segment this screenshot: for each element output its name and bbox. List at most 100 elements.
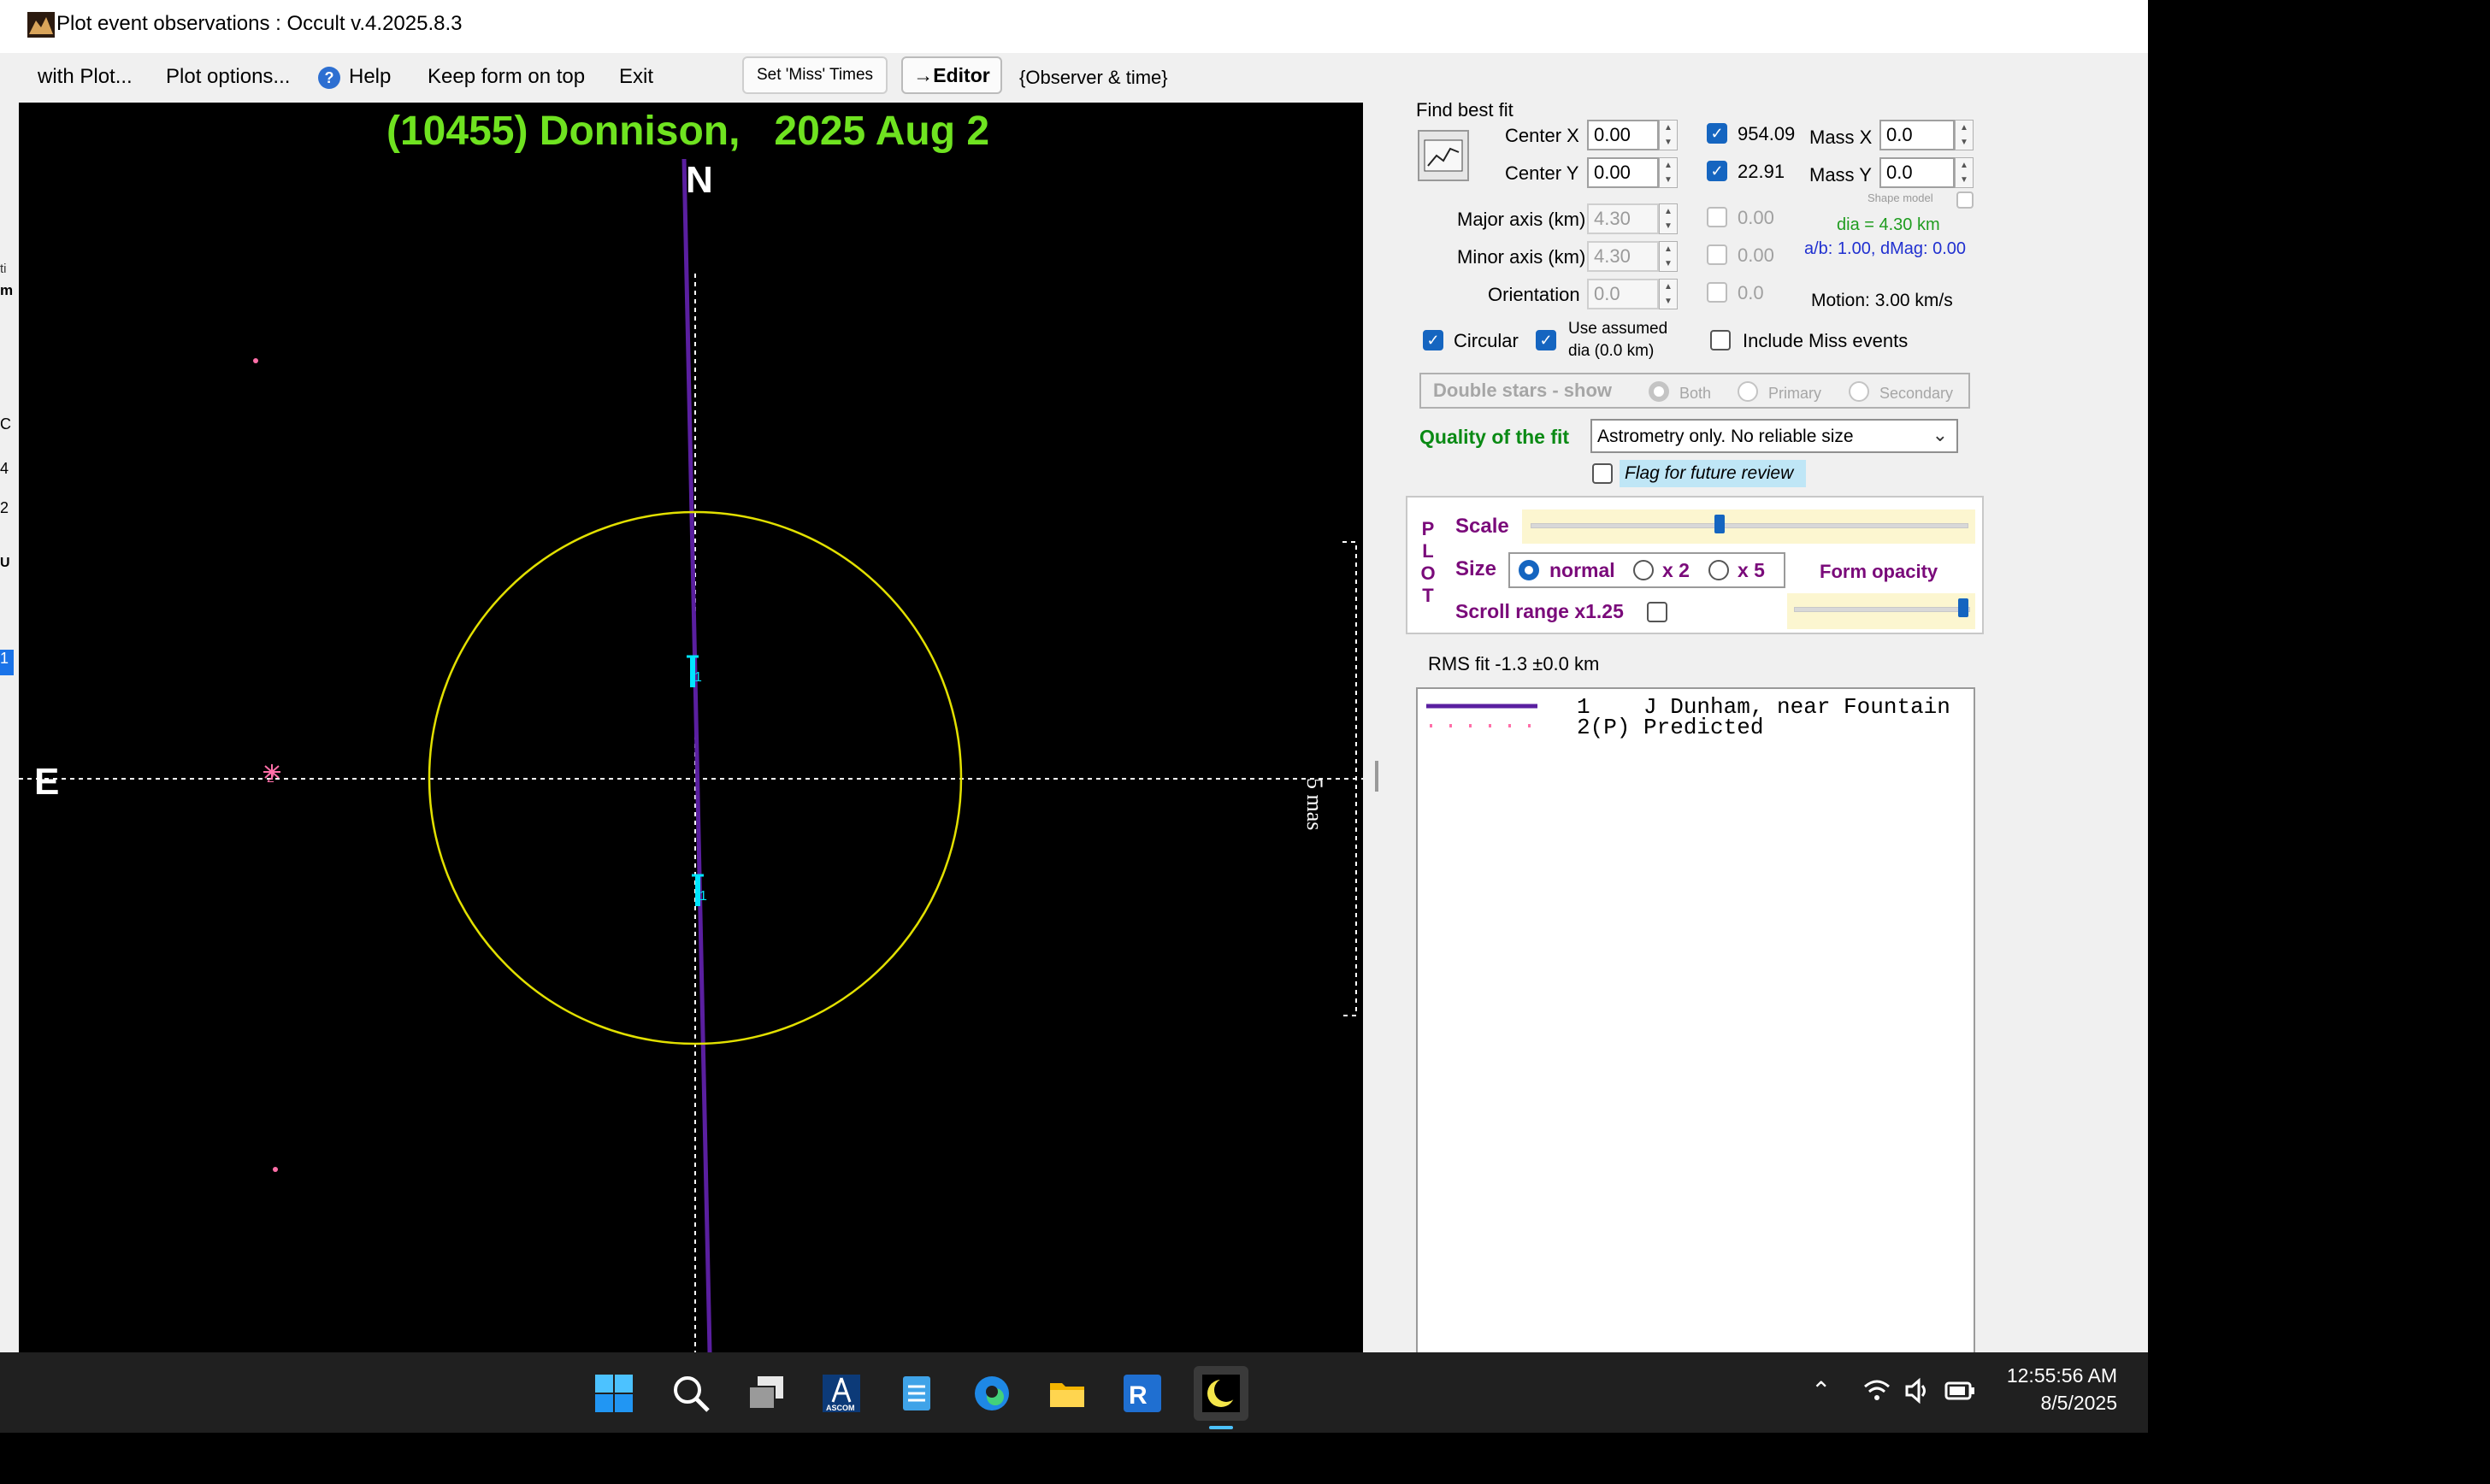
task-view-icon[interactable] bbox=[742, 1369, 790, 1417]
center-y-spinner[interactable]: ▲ ▼ bbox=[1659, 157, 1678, 188]
ascom-icon[interactable]: ASCOM bbox=[817, 1369, 865, 1417]
editor-button[interactable]: →Editor bbox=[901, 56, 1002, 94]
motion-text: Motion: 3.00 km/s bbox=[1811, 291, 1953, 310]
circular-checkbox[interactable]: ✓ bbox=[1423, 330, 1443, 350]
double-stars-label: Double stars - show bbox=[1433, 380, 1613, 401]
occult-icon[interactable] bbox=[1194, 1366, 1248, 1429]
set-miss-times-button[interactable]: Set 'Miss' Times bbox=[742, 56, 888, 94]
quality-value: Astrometry only. No reliable size bbox=[1597, 427, 1854, 446]
minor-axis-spinner[interactable]: ▲ ▼ bbox=[1659, 241, 1678, 272]
strip-char: 2 bbox=[0, 499, 9, 516]
opacity-slider[interactable] bbox=[1787, 593, 1975, 629]
menu-exit[interactable]: Exit bbox=[616, 60, 657, 94]
quality-select[interactable]: Astrometry only. No reliable size ⌄ bbox=[1590, 419, 1958, 453]
volume-icon[interactable] bbox=[1903, 1376, 1932, 1405]
include-miss-checkbox[interactable] bbox=[1710, 330, 1731, 350]
mass-x-spinner[interactable]: ▲ ▼ bbox=[1955, 120, 1974, 150]
size-x2-label: x 2 bbox=[1662, 559, 1690, 581]
minor-axis-input[interactable]: 4.30 bbox=[1587, 241, 1659, 272]
strip-char: m bbox=[0, 282, 14, 298]
mass-x-input[interactable]: 0.0 bbox=[1879, 120, 1955, 150]
clock-time[interactable]: 12:55:56 AM bbox=[1967, 1364, 2117, 1387]
chevron-down-icon: ⌄ bbox=[1932, 424, 1948, 445]
flag-review-label: Flag for future review bbox=[1620, 460, 1806, 487]
use-assumed-label: Use assumed bbox=[1568, 320, 1668, 338]
scale-slider-thumb[interactable] bbox=[1714, 515, 1725, 533]
occult-reader-icon[interactable]: R bbox=[1118, 1369, 1166, 1417]
center-x-checkbox[interactable]: ✓ bbox=[1707, 123, 1727, 144]
svg-text:R: R bbox=[1129, 1381, 1148, 1410]
menu-help[interactable]: Help bbox=[345, 60, 394, 94]
size-normal-radio[interactable] bbox=[1519, 560, 1539, 580]
splitter-grip[interactable] bbox=[1375, 761, 1378, 792]
center-y-checkbox[interactable]: ✓ bbox=[1707, 161, 1727, 181]
center-y-label: Center Y bbox=[1505, 162, 1579, 184]
taskbar: ASCOM R ⌃ 12:55:56 AM 8/5/2025 bbox=[0, 1352, 2148, 1433]
flag-review-checkbox[interactable] bbox=[1592, 463, 1613, 484]
minor-axis-label: Minor axis (km) bbox=[1457, 246, 1586, 268]
major-axis-input[interactable]: 4.30 bbox=[1587, 203, 1659, 234]
plot-canvas[interactable]: (10455) Donnison, 2025 Aug 2 N E 5 mas 1… bbox=[19, 103, 1363, 1352]
strip-char: U bbox=[0, 556, 10, 570]
observer-time-menu[interactable]: {Observer & time} bbox=[1016, 62, 1171, 94]
menu-with-plot[interactable]: with Plot... bbox=[34, 60, 136, 94]
double-primary-radio[interactable] bbox=[1738, 381, 1758, 402]
chord-label: 1 bbox=[699, 889, 707, 904]
major-axis-spinner[interactable]: ▲ ▼ bbox=[1659, 203, 1678, 234]
circular-label: Circular bbox=[1454, 330, 1519, 351]
size-x2-radio[interactable] bbox=[1633, 560, 1654, 580]
opacity-slider-thumb[interactable] bbox=[1958, 598, 1969, 617]
legend-swatches bbox=[1426, 704, 1537, 727]
active-indicator bbox=[1209, 1426, 1233, 1429]
double-both-label: Both bbox=[1679, 385, 1712, 402]
mass-y-input[interactable]: 0.0 bbox=[1879, 157, 1955, 188]
major-axis-checkbox[interactable] bbox=[1707, 207, 1727, 227]
strip-char: ti bbox=[0, 262, 7, 276]
clock-date[interactable]: 8/5/2025 bbox=[1967, 1392, 2117, 1415]
diameter-text: dia = 4.30 km bbox=[1837, 215, 1940, 234]
menu-plot-options[interactable]: Plot options... bbox=[162, 60, 293, 94]
chevron-up-icon[interactable]: ⌃ bbox=[1811, 1376, 1831, 1404]
scale-slider[interactable] bbox=[1522, 509, 1975, 544]
double-both-radio[interactable] bbox=[1649, 381, 1669, 402]
scroll-range-checkbox[interactable] bbox=[1647, 602, 1667, 622]
app-icon bbox=[27, 12, 55, 38]
x-fit-value: 954.09 bbox=[1738, 123, 1796, 144]
orientation-label: Orientation bbox=[1488, 284, 1580, 305]
double-secondary-label: Secondary bbox=[1879, 385, 1954, 402]
file-explorer-icon[interactable] bbox=[1043, 1369, 1091, 1417]
north-label: N bbox=[686, 159, 713, 201]
center-y-input[interactable]: 0.00 bbox=[1587, 157, 1659, 188]
notepad-icon[interactable] bbox=[893, 1369, 941, 1417]
minor-axis-fit-value: 0.00 bbox=[1738, 244, 1774, 266]
windows-start-icon[interactable] bbox=[590, 1369, 638, 1417]
observer-chord bbox=[682, 158, 712, 1352]
east-label: E bbox=[34, 761, 60, 803]
best-fit-button[interactable] bbox=[1418, 130, 1469, 181]
center-x-input[interactable]: 0.00 bbox=[1587, 120, 1659, 150]
menu-keep-on-top[interactable]: Keep form on top bbox=[424, 60, 588, 94]
plot-controls-group: P L O T Scale Size normal x 2 x 5 Form o… bbox=[1406, 496, 1984, 634]
use-assumed-checkbox[interactable]: ✓ bbox=[1536, 330, 1556, 350]
wifi-icon[interactable] bbox=[1862, 1376, 1891, 1405]
predicted-label: 2 bbox=[267, 771, 274, 786]
app-window: Plot event observations : Occult v.4.202… bbox=[0, 0, 2148, 1352]
shape-model-checkbox[interactable] bbox=[1956, 191, 1974, 209]
strip-char: 4 bbox=[0, 460, 9, 477]
shape-model-label: Shape model bbox=[1868, 191, 1933, 204]
orientation-spinner[interactable]: ▲ ▼ bbox=[1659, 279, 1678, 309]
size-x5-radio[interactable] bbox=[1708, 560, 1729, 580]
orientation-checkbox[interactable] bbox=[1707, 282, 1727, 303]
orientation-input[interactable]: 0.0 bbox=[1587, 279, 1659, 309]
edge-icon[interactable] bbox=[968, 1369, 1016, 1417]
double-secondary-radio[interactable] bbox=[1849, 381, 1869, 402]
minor-axis-checkbox[interactable] bbox=[1707, 244, 1727, 265]
mass-y-spinner[interactable]: ▲ ▼ bbox=[1955, 157, 1974, 188]
size-normal-label: normal bbox=[1549, 559, 1615, 581]
search-icon[interactable] bbox=[667, 1369, 715, 1417]
center-x-spinner[interactable]: ▲ ▼ bbox=[1659, 120, 1678, 150]
find-best-fit-label: Find best fit bbox=[1416, 99, 1513, 121]
plot-graphics bbox=[19, 158, 1363, 1352]
scale-label: 5 mas bbox=[1302, 778, 1327, 831]
form-opacity-label: Form opacity bbox=[1820, 561, 1938, 582]
